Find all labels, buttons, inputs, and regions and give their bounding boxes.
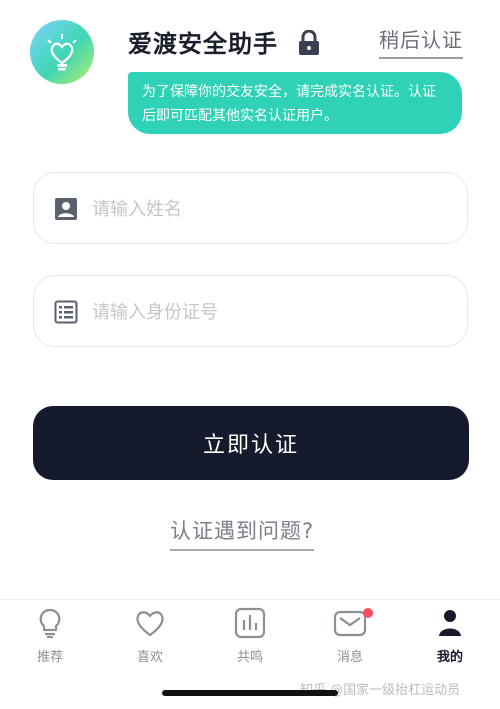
assistant-title: 爱渡安全助手 xyxy=(128,30,278,58)
tab-mine[interactable]: 我的 xyxy=(415,606,485,668)
user-icon xyxy=(439,610,461,636)
header: 爱渡安全助手 稍后认证 为了保障你的交友安全，请完成实名认证。认证后即可匹配其他… xyxy=(0,0,500,150)
heart-icon xyxy=(136,611,164,637)
home-indicator xyxy=(162,690,338,696)
mail-icon xyxy=(333,610,367,637)
name-input[interactable] xyxy=(92,193,452,225)
tab-mine-label: 我的 xyxy=(436,650,463,665)
name-field[interactable] xyxy=(33,172,468,244)
tab-recommend[interactable]: 推荐 xyxy=(15,606,85,668)
verify-now-button[interactable]: 立即认证 xyxy=(33,406,469,480)
verify-later-link[interactable]: 稍后认证 xyxy=(379,24,463,59)
tab-messages-label: 消息 xyxy=(336,650,363,665)
bar-chart-icon xyxy=(234,607,266,639)
id-number-input[interactable] xyxy=(92,296,452,328)
unread-badge xyxy=(363,608,373,618)
lightbulb-icon xyxy=(39,608,61,639)
verification-problem-link[interactable]: 认证遇到问题? xyxy=(170,515,315,551)
assistant-avatar xyxy=(30,20,94,84)
id-list-icon xyxy=(54,300,78,324)
lock-icon xyxy=(299,30,319,55)
tab-recommend-label: 推荐 xyxy=(36,650,63,665)
id-number-field[interactable] xyxy=(33,275,468,347)
tab-resonate[interactable]: 共鸣 xyxy=(215,606,285,668)
tab-likes-label: 喜欢 xyxy=(136,650,163,665)
tab-messages[interactable]: 消息 xyxy=(315,606,385,668)
assistant-message-bubble: 为了保障你的交友安全，请完成实名认证。认证后即可匹配其他实名认证用户。 xyxy=(128,72,462,134)
tab-likes[interactable]: 喜欢 xyxy=(115,606,185,668)
heart-bulb-icon xyxy=(47,34,77,71)
contact-card-icon xyxy=(55,198,77,220)
tab-resonate-label: 共鸣 xyxy=(236,650,263,665)
